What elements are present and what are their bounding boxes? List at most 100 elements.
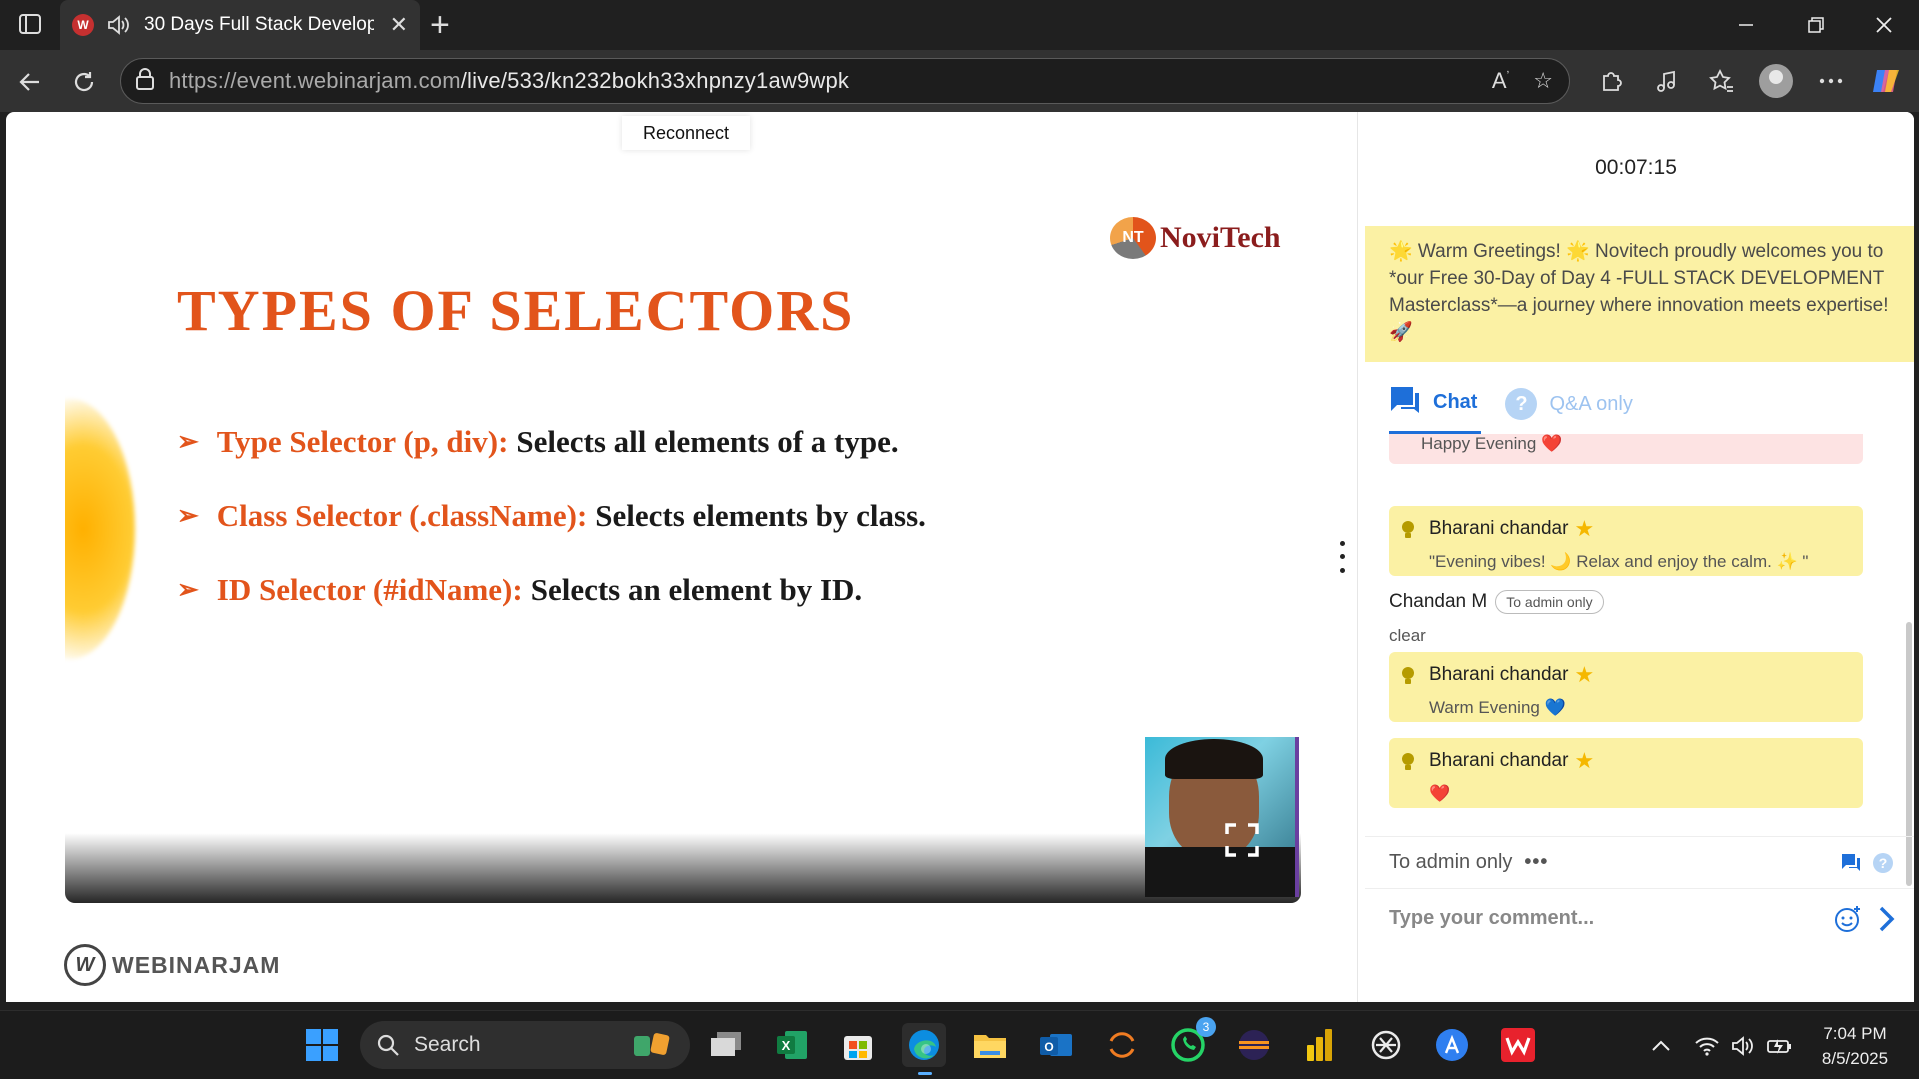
message-author: Bharani chandar [1429,750,1569,771]
power-bi-icon[interactable] [1298,1023,1342,1067]
emoji-picker-icon[interactable] [1833,904,1863,934]
slide-title: TYPES OF SELECTORS [177,278,855,343]
presenter-webcam [1145,737,1299,897]
browser-toolbar: https://event.webinarjam.com/live/533/kn… [0,50,1919,112]
chat-mode-icon[interactable] [1841,853,1861,873]
player-more-options-icon[interactable] [1332,537,1352,577]
chat-message: Happy Evening ❤️ [1389,434,1863,464]
send-arrow-icon[interactable] [1875,904,1899,934]
browser-titlebar: W 30 Days Full Stack Developm ✕ + [0,0,1919,50]
tab-close-icon[interactable]: ✕ [390,12,408,38]
session-timer: 00:07:15 [1595,156,1677,179]
clock-time: 7:04 PM [1823,1024,1887,1043]
windows-start-icon[interactable] [300,1023,344,1067]
webinarjam-logo: W WEBINARJAM [64,944,280,986]
webinarjam-logo-icon: W [64,944,106,986]
chat-message: Bharani chandar ★ Warm Evening 💙 [1389,652,1863,722]
refresh-icon[interactable] [64,62,104,102]
more-options-icon[interactable] [1816,66,1846,96]
video-player[interactable]: NT NoviTech TYPES OF SELECTORS ➢ Type Se… [65,209,1301,903]
battery-icon[interactable] [1766,1011,1794,1079]
chat-message: Bharani chandar ★ "Evening vibes! 🌙 Relax… [1389,506,1863,576]
lock-icon[interactable] [135,67,155,95]
chat-tabs: Chat ? Q&A only [1365,374,1914,434]
tab-chat[interactable]: Chat [1389,374,1482,434]
favorites-icon[interactable] [1706,66,1736,96]
url-text[interactable]: https://event.webinarjam.com/live/533/kn… [169,68,849,94]
bullet-term: Class Selector (.className): [216,498,588,533]
profile-avatar[interactable] [1758,63,1794,99]
comment-input[interactable] [1389,907,1749,930]
eclipse-ide-icon[interactable] [1232,1023,1276,1067]
slide-bullet: ➢ Type Selector (p, div): Selects all el… [177,424,926,460]
novitech-logo: NT NoviTech [1110,217,1281,259]
message-text: Warm Evening 💙 [1429,698,1566,717]
address-bar[interactable]: https://event.webinarjam.com/live/533/kn… [120,58,1570,104]
restore-icon[interactable] [1784,0,1848,50]
system-clock[interactable]: 7:04 PM 8/5/2025 [1800,1021,1910,1071]
slide-bullets: ➢ Type Selector (p, div): Selects all el… [177,424,926,646]
media-control-icon[interactable] [1652,66,1682,96]
search-highlight-icon [632,1030,672,1060]
novitech-logo-icon: NT [1110,217,1156,259]
browser-tab-active[interactable]: W 30 Days Full Stack Developm ✕ [60,0,420,50]
wifi-icon[interactable] [1694,1011,1720,1079]
clock-date: 8/5/2025 [1821,1049,1889,1068]
back-icon[interactable] [10,62,50,102]
recipient-selector[interactable]: To admin only ••• ? [1365,836,1914,888]
sync-app-icon[interactable] [1100,1023,1144,1067]
recipient-more-icon[interactable]: ••• [1524,851,1548,874]
speaker-icon[interactable] [106,14,130,36]
extensions-icon[interactable] [1596,66,1626,96]
lightbulb-icon [1402,521,1414,538]
message-text: "Evening vibes! 🌙 Relax and enjoy the ca… [1429,552,1809,571]
taskbar-search[interactable]: Search [360,1021,690,1069]
excel-icon[interactable]: X [770,1023,814,1067]
file-explorer-icon[interactable] [968,1023,1012,1067]
lightbulb-icon [1402,667,1414,684]
show-hidden-icons-icon[interactable] [1650,1011,1672,1079]
favorite-star-icon[interactable]: ☆ [1533,68,1553,94]
whatsapp-icon[interactable]: 3 [1166,1017,1216,1067]
chat-message: Bharani chandar ★ ❤️ [1389,738,1863,808]
video-controls-gradient [65,833,1301,903]
tab-qa-only[interactable]: ? Q&A only [1505,388,1633,420]
slide-bullet: ➢ ID Selector (#idName): Selects an elem… [177,572,926,608]
welcome-banner: 🌟 Warm Greetings! 🌟 Novitech proudly wel… [1365,226,1914,362]
read-aloud-icon[interactable]: Aʼ [1492,68,1509,94]
svg-text:X: X [782,1038,791,1053]
message-author: Bharani chandar [1429,518,1569,539]
copilot-icon[interactable] [1868,63,1904,99]
chat-bubble-icon [1389,385,1421,421]
outlook-icon[interactable]: O [1034,1023,1078,1067]
chat-message-list[interactable]: Happy Evening ❤️ Bharani chandar ★ "Eveni… [1365,434,1914,834]
volume-icon[interactable] [1730,1011,1756,1079]
search-icon [377,1034,399,1056]
task-view-icon[interactable] [704,1023,748,1067]
bullet-description: Selects all elements of a type. [516,424,899,459]
fullscreen-icon[interactable] [1225,823,1259,857]
message-author: Chandan M [1389,591,1488,612]
chatgpt-icon[interactable] [1364,1023,1408,1067]
window-close-icon[interactable] [1852,0,1916,50]
edge-browser-icon[interactable] [902,1023,946,1075]
minimize-icon[interactable] [1714,0,1778,50]
app-store-icon[interactable] [1430,1023,1474,1067]
microsoft-store-icon[interactable] [836,1023,880,1067]
wps-office-icon[interactable] [1496,1023,1540,1067]
arrow-bullet-icon: ➢ [177,427,199,456]
webinar-page: Reconnect NT NoviTech TYPES OF SELECTORS… [6,112,1914,1002]
chat-panel: 00:07:15 🌟 Warm Greetings! 🌟 Novitech pr… [1357,112,1914,1002]
slide-decoration [65,399,135,659]
tab-title: 30 Days Full Stack Developm [144,14,374,35]
webinarjam-favicon-icon: W [72,14,94,36]
new-tab-icon[interactable]: + [430,6,450,45]
recipient-label[interactable]: To admin only [1389,851,1512,874]
comment-composer [1365,888,1914,948]
qa-mode-icon[interactable]: ? [1873,853,1893,873]
reconnect-button[interactable]: Reconnect [622,116,750,150]
star-icon: ★ [1574,662,1595,687]
question-icon: ? [1505,388,1538,420]
to-admin-badge: To admin only [1495,590,1604,614]
tab-actions-icon[interactable] [18,12,42,36]
